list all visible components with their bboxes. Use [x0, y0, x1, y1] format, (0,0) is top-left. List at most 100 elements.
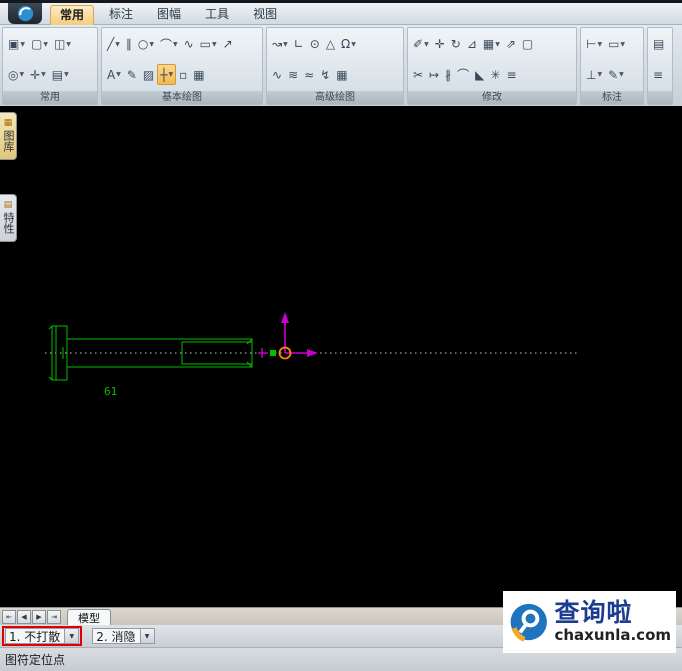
- dim-edit-icon[interactable]: ✎ ▼: [605, 64, 627, 85]
- curve-icon[interactable]: ↝ ▼: [269, 34, 291, 55]
- explode-icon[interactable]: ✳: [487, 64, 503, 85]
- ribbon-group: ✐ ▼ ✛ ↻ ⊿ ▦ ▼ ⇗ ▢ ✂ ↦ ∦ ⌒ ◣ ✳ ≡ 修改: [407, 27, 577, 105]
- chevron-down-icon[interactable]: ▼: [20, 41, 25, 48]
- properties-icon[interactable]: ≡: [503, 64, 519, 85]
- side-tab-icon: ▤: [3, 200, 13, 210]
- ribbon-group-label: 高级绘图: [267, 91, 403, 104]
- drawing-svg: 61: [45, 312, 578, 398]
- chevron-down-icon[interactable]: ▼: [43, 41, 48, 48]
- format-painter-icon[interactable]: ◫ ▼: [51, 34, 74, 55]
- circle-icon[interactable]: ○ ▼: [135, 34, 157, 55]
- ellipse-icon[interactable]: ⊙: [307, 34, 323, 55]
- formula-icon[interactable]: Ω ▼: [338, 34, 359, 55]
- trim-icon[interactable]: ✂: [410, 64, 426, 85]
- table-icon[interactable]: ▦: [333, 64, 350, 85]
- chevron-down-icon[interactable]: ▼: [173, 41, 178, 48]
- ribbon-group: ↝ ▼ ∟ ⊙ △ Ω ▼ ∿ ≋ ≈ ↯ ▦ 高级绘图: [266, 27, 404, 105]
- chevron-down-icon[interactable]: ▼: [64, 629, 79, 643]
- angle-line-icon[interactable]: ∟: [291, 34, 307, 55]
- stretch-icon[interactable]: ▢: [519, 34, 536, 55]
- chevron-down-icon[interactable]: ▼: [64, 71, 69, 78]
- line-icon[interactable]: ╱ ▼: [104, 34, 123, 55]
- sheet-nav-button[interactable]: ◀: [17, 609, 31, 624]
- arrow-icon[interactable]: ↗: [220, 34, 236, 55]
- grid-icon[interactable]: ▦: [190, 64, 207, 85]
- extend-icon[interactable]: ↦: [426, 64, 442, 85]
- chevron-down-icon[interactable]: ▼: [620, 41, 625, 48]
- chevron-down-icon[interactable]: ▼: [424, 41, 429, 48]
- chevron-down-icon[interactable]: ▼: [41, 71, 46, 78]
- chevron-down-icon[interactable]: ▼: [351, 41, 356, 48]
- array-icon[interactable]: ▦ ▼: [480, 34, 503, 55]
- paste-icon[interactable]: ▣ ▼: [5, 34, 28, 55]
- side-tab[interactable]: ▤ 特性: [0, 194, 17, 242]
- fillet-icon[interactable]: ⌒: [454, 64, 472, 85]
- chevron-down-icon[interactable]: ▼: [495, 41, 500, 48]
- ribbon-group-label: 常用: [3, 91, 97, 104]
- dim-baseline-icon[interactable]: ⊥ ▼: [583, 64, 605, 85]
- centerline-icon[interactable]: ┼ ▼: [157, 64, 177, 86]
- copy-icon[interactable]: ▢ ▼: [28, 34, 51, 55]
- zigzag-icon[interactable]: ≈: [301, 64, 317, 85]
- app-logo[interactable]: [8, 3, 42, 24]
- sheet-nav-button[interactable]: ▶: [32, 609, 46, 624]
- drawing-canvas[interactable]: 61: [0, 106, 682, 607]
- model-tab[interactable]: 模型: [67, 609, 111, 625]
- chevron-down-icon[interactable]: ▼: [116, 71, 121, 78]
- text-icon[interactable]: A ▼: [104, 64, 124, 85]
- rotate-icon[interactable]: ↻: [448, 34, 464, 55]
- menu-tab[interactable]: 图幅: [148, 5, 190, 25]
- chevron-down-icon[interactable]: ▼: [168, 71, 173, 78]
- explode-option-value: 1. 不打散: [9, 629, 61, 644]
- chevron-down-icon[interactable]: ▼: [19, 71, 24, 78]
- display-icon[interactable]: ▤ ▼: [49, 64, 72, 85]
- dim-linear-icon[interactable]: ⊢ ▼: [583, 34, 605, 55]
- chevron-down-icon[interactable]: ▼: [597, 71, 602, 78]
- block-icon[interactable]: ▫: [176, 64, 190, 85]
- wave-line-icon[interactable]: ∿: [269, 64, 285, 85]
- sketch-icon[interactable]: ✎: [124, 64, 140, 85]
- rectangle-icon[interactable]: ▭ ▼: [197, 34, 220, 55]
- chevron-down-icon[interactable]: ▼: [139, 629, 154, 643]
- ribbon-group-label: 修改: [408, 91, 576, 104]
- menu-tab[interactable]: 标注: [100, 5, 142, 25]
- menu-tab[interactable]: 常用: [50, 5, 95, 25]
- chevron-down-icon[interactable]: ▼: [66, 41, 71, 48]
- parallel-icon[interactable]: ∥: [123, 34, 135, 55]
- app-logo-icon: [17, 5, 33, 22]
- chevron-down-icon[interactable]: ▼: [619, 71, 624, 78]
- edit-icon[interactable]: ✐ ▼: [410, 34, 432, 55]
- snap-marks: [258, 348, 268, 358]
- hatch-icon[interactable]: ▨: [140, 64, 157, 85]
- move-icon[interactable]: ✛: [432, 34, 448, 55]
- chevron-down-icon[interactable]: ▼: [597, 41, 602, 48]
- spline-icon[interactable]: ∿: [181, 34, 197, 55]
- watermark-logo-icon: [510, 603, 547, 642]
- chevron-down-icon[interactable]: ▼: [115, 41, 120, 48]
- break-icon[interactable]: ∦: [442, 64, 454, 85]
- panel-icon[interactable]: ▤: [650, 34, 667, 55]
- sheet-nav-button[interactable]: ⇤: [2, 609, 16, 624]
- bolt-drawing: [48, 325, 276, 381]
- pan-icon[interactable]: ✛ ▼: [27, 64, 49, 85]
- chamfer-icon[interactable]: ◣: [472, 64, 487, 85]
- arc-icon[interactable]: ⌒ ▼: [157, 34, 181, 55]
- chevron-down-icon[interactable]: ▼: [283, 41, 288, 48]
- side-tab[interactable]: ▦ 图库: [0, 112, 17, 160]
- explode-option-combo[interactable]: 1. 不打散 ▼: [5, 628, 80, 644]
- chevron-down-icon[interactable]: ▼: [212, 41, 217, 48]
- menu-tab[interactable]: 视图: [244, 5, 286, 25]
- zoom-icon[interactable]: ◎ ▼: [5, 64, 27, 85]
- menu-icon[interactable]: ≡: [650, 64, 666, 85]
- double-wave-icon[interactable]: ≋: [285, 64, 301, 85]
- sheet-nav-button[interactable]: ⇥: [47, 609, 61, 624]
- prompt-text: 图符定位点: [5, 653, 66, 667]
- dim-style-icon[interactable]: ▭ ▼: [605, 34, 628, 55]
- scale-icon[interactable]: ⇗: [503, 34, 519, 55]
- mirror-icon[interactable]: ⊿: [464, 34, 480, 55]
- chevron-down-icon[interactable]: ▼: [149, 41, 154, 48]
- break-line-icon[interactable]: ↯: [317, 64, 333, 85]
- hide-option-combo[interactable]: 2. 消隐 ▼: [92, 628, 155, 644]
- menu-tab[interactable]: 工具: [196, 5, 238, 25]
- polygon-icon[interactable]: △: [323, 34, 338, 55]
